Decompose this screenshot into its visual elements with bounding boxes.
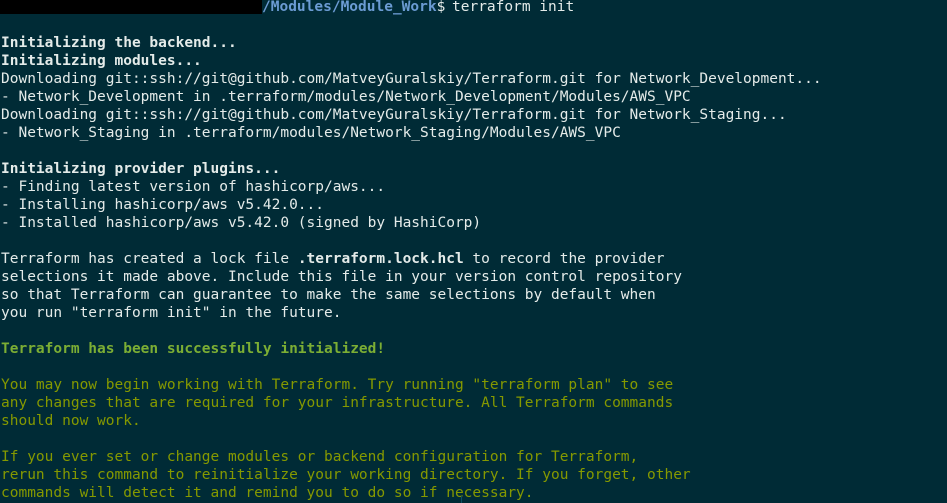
lockfile-line-1-post: to record the provider bbox=[463, 251, 665, 267]
module-download-staging: Downloading git::ssh://git@github.com/Ma… bbox=[1, 107, 787, 123]
reinit-line-3: commands will detect it and remind you t… bbox=[1, 485, 534, 501]
command-output: Initializing the backend... Initializing… bbox=[1, 34, 822, 502]
lockfile-line-3: so that Terraform can guarantee to make … bbox=[1, 287, 656, 303]
reinit-line-2: rerun this command to reinitialize your … bbox=[1, 467, 691, 483]
module-path-staging: - Network_Staging in .terraform/modules/… bbox=[1, 125, 621, 141]
prompt-line: /Modules/Module_Work$ terraform init bbox=[0, 0, 574, 16]
module-download-dev: Downloading git::ssh://git@github.com/Ma… bbox=[1, 71, 822, 87]
provider-installed: - Installed hashicorp/aws v5.42.0 (signe… bbox=[1, 215, 482, 231]
terminal-window[interactable]: /Modules/Module_Work$ terraform init Ini… bbox=[0, 0, 947, 503]
lockfile-line-4: you run "terraform init" in the future. bbox=[1, 305, 342, 321]
prompt-symbol: $ bbox=[436, 0, 446, 15]
module-path-dev: - Network_Development in .terraform/modu… bbox=[1, 89, 691, 105]
prompt-command: terraform init bbox=[452, 0, 575, 15]
modules-heading: Initializing modules... bbox=[1, 53, 202, 69]
text-cursor bbox=[461, 496, 462, 503]
lockfile-line-2: selections it made above. Include this f… bbox=[1, 269, 682, 285]
redacted-prompt-prefix bbox=[0, 0, 262, 14]
next-steps-line-2: any changes that are required for your i… bbox=[1, 395, 674, 411]
prompt-path-text: /Modules/Module_Work bbox=[262, 0, 437, 15]
lockfile-line-1: Terraform has created a lock file .terra… bbox=[1, 250, 822, 268]
lockfile-line-1-pre: Terraform has created a lock file bbox=[1, 251, 298, 267]
provider-installing: - Installing hashicorp/aws v5.42.0... bbox=[1, 197, 325, 213]
next-steps-line-3: should now work. bbox=[1, 413, 141, 429]
next-steps-line-1: You may now begin working with Terraform… bbox=[1, 377, 674, 393]
lockfile-filename: .terraform.lock.hcl bbox=[297, 251, 464, 267]
prompt-path: /Modules/Module_Work$ bbox=[262, 0, 445, 16]
reinit-line-1: If you ever set or change modules or bac… bbox=[1, 449, 639, 465]
success-message: Terraform has been successfully initiali… bbox=[1, 341, 386, 357]
provider-finding: - Finding latest version of hashicorp/aw… bbox=[1, 179, 386, 195]
providers-heading: Initializing provider plugins... bbox=[1, 161, 281, 177]
backend-heading: Initializing the backend... bbox=[1, 35, 237, 51]
